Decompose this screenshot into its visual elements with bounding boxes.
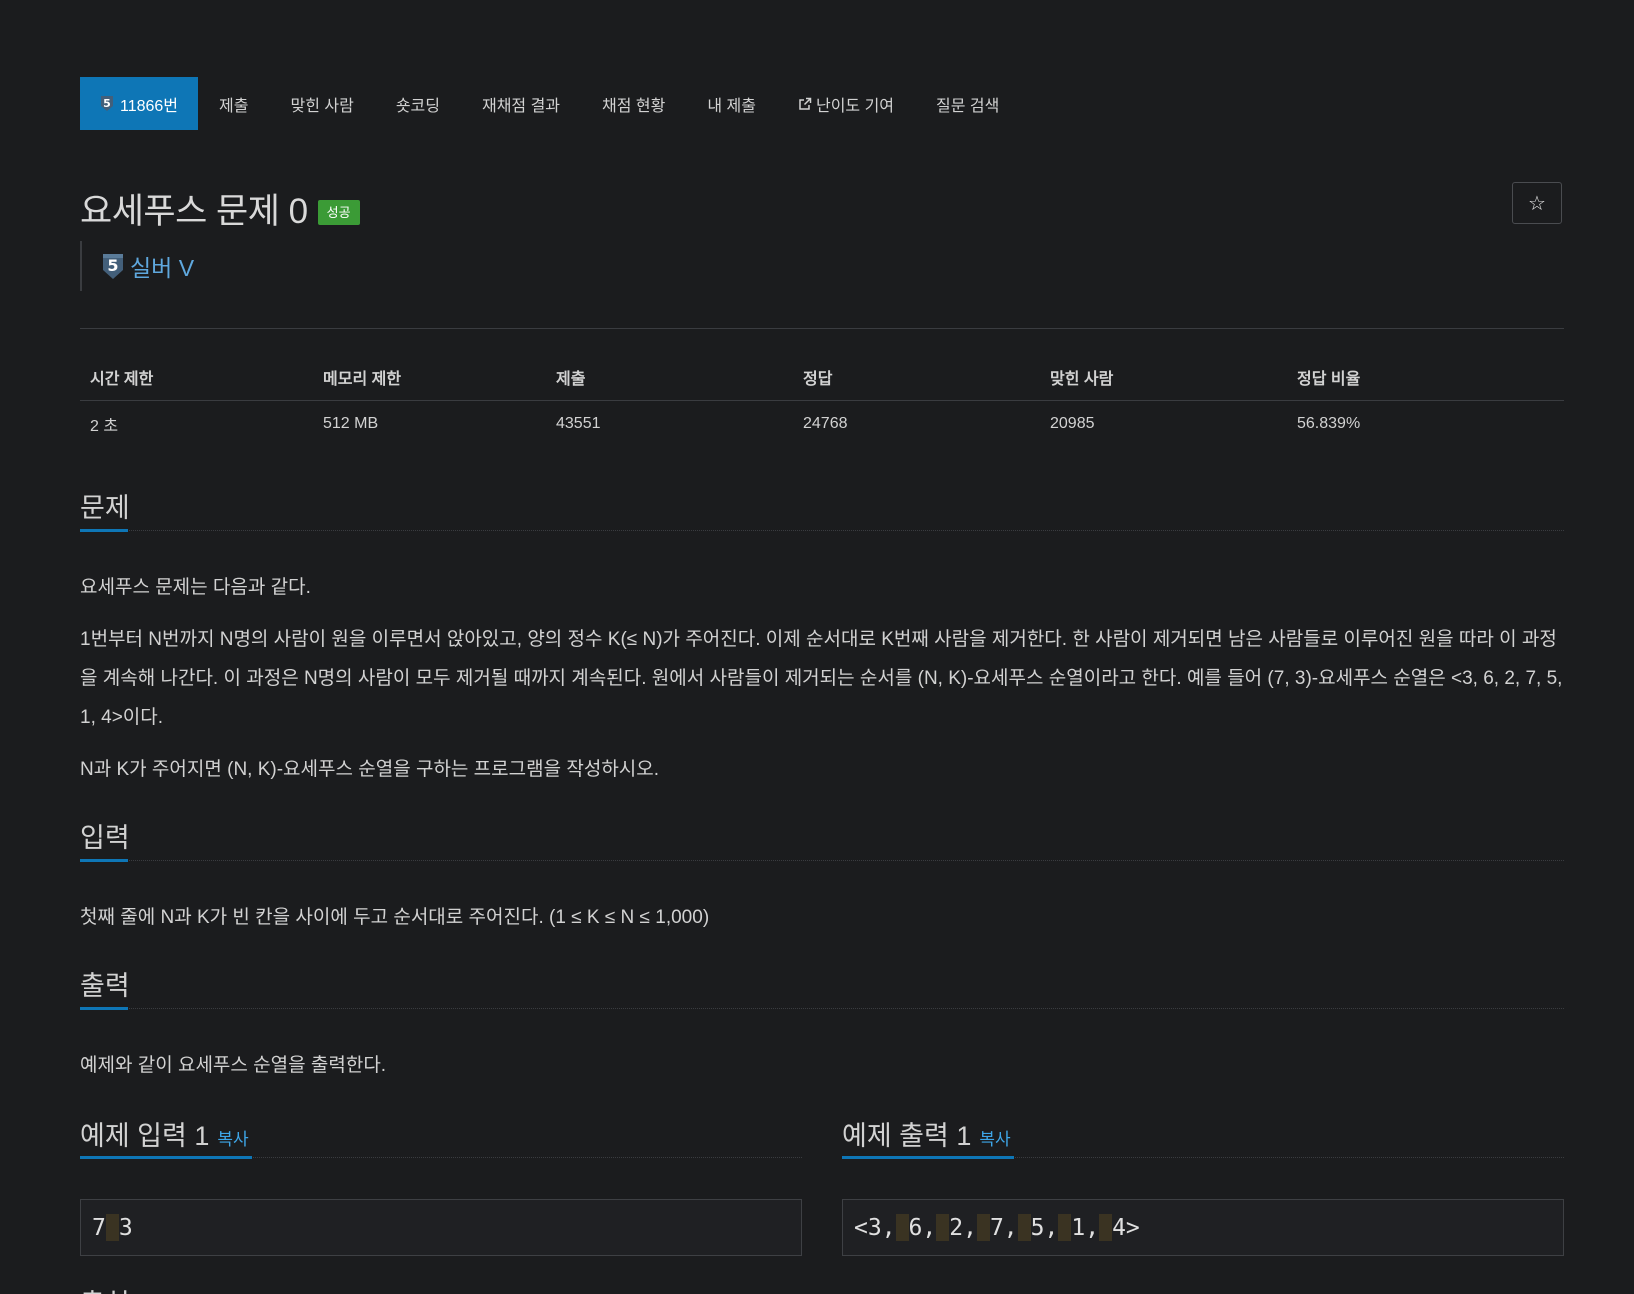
- sample-token: 3: [118, 1214, 133, 1241]
- space-marker: [976, 1214, 990, 1241]
- tab-my-submissions[interactable]: 내 제출: [686, 77, 777, 130]
- sample-token: 1,: [1071, 1214, 1100, 1241]
- sample-output-box[interactable]: <3, 6, 2, 7, 5, 1, 4>: [842, 1199, 1564, 1256]
- tab-short-coding-label: 숏코딩: [395, 97, 440, 115]
- sample-token: <3,: [854, 1214, 896, 1241]
- sample-token: 2,: [949, 1214, 977, 1241]
- problem-paragraph-2: 1번부터 N번까지 N명의 사람이 원을 이루면서 앉아있고, 양의 정수 K(…: [80, 629, 1563, 728]
- tab-submit-label: 제출: [219, 97, 249, 115]
- tab-short-coding[interactable]: 숏코딩: [375, 77, 461, 130]
- external-link-icon: [799, 97, 812, 110]
- svg-text:5: 5: [103, 97, 111, 110]
- header-accepted: 정답: [793, 354, 1040, 401]
- section-input-heading: 입력: [80, 816, 1564, 862]
- copy-sample-output-button[interactable]: 복사: [979, 1130, 1010, 1149]
- tab-question-search-label: 질문 검색: [936, 97, 1000, 115]
- section-problem-heading: 문제: [80, 486, 1564, 532]
- sample-token: 4>: [1112, 1214, 1140, 1241]
- space-marker: [1099, 1214, 1113, 1241]
- tab-solved-users-label: 맞힌 사람: [290, 97, 354, 115]
- sample-output-title: 예제 출력 1: [842, 1121, 972, 1151]
- favorite-star-button[interactable]: ☆: [1512, 182, 1562, 224]
- space-marker: [105, 1214, 119, 1241]
- value-submissions: 43551: [556, 415, 601, 432]
- tab-difficulty-contribution[interactable]: 난이도 기여: [777, 77, 915, 130]
- next-section-heading-cutoff: 출처: [80, 1282, 140, 1294]
- section-input-title: 입력: [80, 823, 130, 853]
- heading-underline: [80, 1156, 252, 1159]
- header-accept-ratio: 정답 비율: [1287, 354, 1564, 401]
- value-accept-ratio: 56.839%: [1297, 415, 1361, 432]
- problem-nav-tabs: 5 11866번 제출 맞힌 사람 숏코딩 재채점 결과 채점 현황 내 제출 …: [80, 77, 1020, 130]
- heading-underline: [80, 1007, 128, 1010]
- tab-judge-status-label: 채점 현황: [602, 97, 666, 115]
- status-badge: 성공: [317, 200, 360, 225]
- divider: [80, 328, 1564, 329]
- section-output-heading: 출력: [80, 964, 1564, 1010]
- tab-judge-status[interactable]: 채점 현황: [581, 77, 686, 130]
- star-icon: ☆: [1528, 192, 1546, 215]
- space-marker: [936, 1214, 950, 1241]
- sample-token: 7,: [989, 1214, 1018, 1241]
- svg-text:5: 5: [107, 256, 118, 275]
- tab-my-submissions-label: 내 제출: [707, 97, 756, 115]
- silver-tier-icon: 5: [101, 96, 113, 111]
- sample-token: 7: [92, 1214, 106, 1241]
- value-solved-users: 20985: [1050, 415, 1095, 432]
- header-submissions: 제출: [546, 354, 793, 401]
- value-memory-limit: 512 MB: [323, 415, 379, 432]
- sample-input-1: 예제 입력 1 복사 73: [80, 1114, 802, 1256]
- tab-problem[interactable]: 5 11866번: [80, 77, 199, 130]
- problem-paragraph-3: N과 K가 주어지면 (N, K)-요세푸스 순열을 구하는 프로그램을 작성하…: [80, 759, 660, 780]
- heading-underline: [80, 529, 128, 532]
- tab-solved-users[interactable]: 맞힌 사람: [269, 77, 374, 130]
- tab-submit[interactable]: 제출: [198, 77, 269, 130]
- sample-token: 5,: [1030, 1214, 1059, 1241]
- tab-problem-label: 11866번: [120, 97, 179, 115]
- heading-underline: [842, 1156, 1014, 1159]
- info-table-row: 2 초 512 MB 43551 24768 20985 56.839%: [80, 401, 1564, 448]
- problem-paragraph-1: 요세푸스 문제는 다음과 같다.: [80, 577, 311, 598]
- sample-input-title: 예제 입력 1: [80, 1121, 210, 1151]
- sample-output-heading: 예제 출력 1 복사: [842, 1114, 1564, 1159]
- value-time-limit: 2 초: [90, 418, 119, 435]
- info-table-header-row: 시간 제한 메모리 제한 제출 정답 맞힌 사람 정답 비율: [80, 354, 1564, 401]
- sample-input-heading: 예제 입력 1 복사: [80, 1114, 802, 1159]
- header-solved-users: 맞힌 사람: [1040, 354, 1287, 401]
- tab-rejudge-results-label: 재채점 결과: [481, 97, 561, 115]
- sample-output-1: 예제 출력 1 복사 <3, 6, 2, 7, 5, 1, 4>: [842, 1114, 1564, 1256]
- sample-input-box[interactable]: 73: [80, 1199, 802, 1256]
- header-memory-limit: 메모리 제한: [313, 354, 546, 401]
- space-marker: [895, 1214, 909, 1241]
- tab-rejudge-results[interactable]: 재채점 결과: [461, 77, 581, 130]
- input-description: 첫째 줄에 N과 K가 빈 칸을 사이에 두고 순서대로 주어진다. (1 ≤ …: [80, 907, 710, 928]
- title-row: 요세푸스 문제 0 성공: [80, 183, 360, 234]
- value-accepted: 24768: [803, 415, 848, 432]
- space-marker: [1017, 1214, 1031, 1241]
- tab-difficulty-contribution-label: 난이도 기여: [815, 97, 895, 115]
- header-time-limit: 시간 제한: [80, 354, 313, 401]
- problem-info-table: 시간 제한 메모리 제한 제출 정답 맞힌 사람 정답 비율 2 초 512 M…: [80, 354, 1564, 447]
- heading-underline: [80, 859, 128, 862]
- section-output-title: 출력: [80, 971, 130, 1001]
- problem-title: 요세푸스 문제 0: [80, 192, 308, 231]
- sample-token: 6,: [908, 1214, 937, 1241]
- output-description: 예제와 같이 요세푸스 순열을 출력한다.: [80, 1055, 387, 1076]
- tier-label[interactable]: 실버 V: [130, 249, 194, 283]
- tier-row: 5 실버 V: [80, 241, 194, 291]
- copy-sample-input-button[interactable]: 복사: [217, 1130, 248, 1149]
- section-problem-title: 문제: [80, 493, 130, 523]
- space-marker: [1058, 1214, 1072, 1241]
- silver-tier-shield-icon: 5: [103, 254, 123, 279]
- tab-question-search[interactable]: 질문 검색: [915, 77, 1020, 130]
